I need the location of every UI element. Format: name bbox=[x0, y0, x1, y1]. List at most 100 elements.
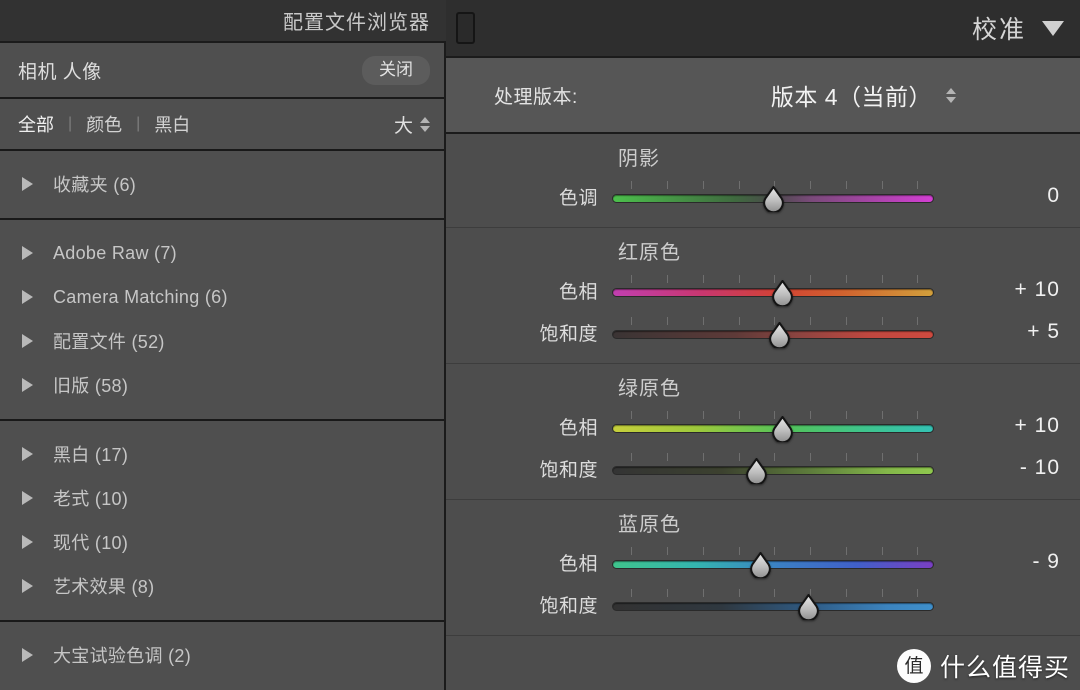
triangle-right-icon bbox=[22, 378, 33, 392]
tick-mark bbox=[845, 317, 847, 325]
tick-mark bbox=[738, 317, 740, 325]
tick-mark bbox=[702, 317, 704, 325]
slider-label: 色相 bbox=[558, 553, 598, 575]
slider-label: 色相 bbox=[558, 281, 598, 303]
tick-mark bbox=[631, 453, 633, 461]
slider-track-area[interactable] bbox=[612, 273, 934, 307]
thumbnail-size-stepper[interactable] bbox=[420, 116, 430, 132]
slider-value[interactable]: - 10 bbox=[934, 456, 1080, 480]
slider-row[interactable]: 饱和度 + 5 bbox=[446, 311, 1080, 353]
list-item[interactable]: Camera Matching (6) bbox=[0, 275, 444, 319]
process-version-row[interactable]: 处理版本: 版本 4（当前） bbox=[446, 56, 1080, 134]
calibration-section: 绿原色 色相 + 10 饱和度 - 10 bbox=[446, 364, 1080, 500]
tick-mark bbox=[631, 317, 633, 325]
tick-mark bbox=[738, 589, 740, 597]
slider-thumb[interactable] bbox=[770, 416, 795, 442]
calibration-header: 校准 bbox=[446, 0, 1080, 56]
profile-group-creative: 黑白 (17) 老式 (10) 现代 (10) 艺术效果 (8) bbox=[0, 421, 444, 622]
section-title: 蓝原色 bbox=[618, 514, 681, 536]
tick-mark bbox=[810, 411, 812, 419]
slider-label: 饱和度 bbox=[539, 323, 598, 345]
chevron-down-icon bbox=[946, 96, 956, 103]
slider-thumb[interactable] bbox=[748, 552, 773, 578]
slider-thumb[interactable] bbox=[767, 322, 792, 348]
slider-track[interactable] bbox=[612, 466, 934, 475]
slider-row[interactable]: 饱和度 - 10 bbox=[446, 447, 1080, 489]
slider-row[interactable]: 色相 - 9 bbox=[446, 541, 1080, 583]
slider-track-area[interactable] bbox=[612, 315, 934, 349]
slider-thumb[interactable] bbox=[744, 458, 769, 484]
slider-track[interactable] bbox=[612, 602, 934, 611]
slider-track[interactable] bbox=[612, 560, 934, 569]
triangle-down-icon[interactable] bbox=[1042, 20, 1064, 36]
process-version-value: 版本 4（当前） bbox=[770, 84, 932, 110]
calibration-section: 蓝原色 色相 - 9 饱和度 bbox=[446, 500, 1080, 636]
calibration-panel: 校准 处理版本: 版本 4（当前） 阴影 色调 0 红原色 色相 + 10 饱和度 + 5 绿原… bbox=[446, 0, 1080, 690]
list-item-label: 艺术效果 (8) bbox=[53, 577, 155, 597]
slider-thumb[interactable] bbox=[796, 594, 821, 620]
list-item[interactable]: 旧版 (58) bbox=[0, 363, 444, 407]
tab-blackwhite[interactable]: 黑白 bbox=[152, 111, 192, 137]
tick-mark bbox=[774, 453, 776, 461]
tick-mark bbox=[667, 547, 669, 555]
section-title: 红原色 bbox=[618, 242, 681, 264]
slider-track-area[interactable] bbox=[612, 179, 934, 213]
slider-ticks bbox=[612, 547, 934, 555]
list-item[interactable]: 大宝试验色调 (2) bbox=[0, 633, 444, 677]
slider-row[interactable]: 色相 + 10 bbox=[446, 269, 1080, 311]
list-item[interactable]: 配置文件 (52) bbox=[0, 319, 444, 363]
triangle-right-icon bbox=[22, 579, 33, 593]
slider-track-area[interactable] bbox=[612, 409, 934, 443]
section-title: 阴影 bbox=[618, 148, 660, 170]
slider-value[interactable]: 0 bbox=[934, 184, 1080, 208]
slider-thumb[interactable] bbox=[761, 186, 786, 212]
slider-row[interactable]: 饱和度 bbox=[446, 583, 1080, 625]
process-version-stepper[interactable] bbox=[946, 87, 956, 103]
tick-mark bbox=[917, 547, 919, 555]
tick-mark bbox=[631, 411, 633, 419]
slider-value[interactable]: + 10 bbox=[934, 414, 1080, 438]
slider-label: 饱和度 bbox=[539, 459, 598, 481]
tick-mark bbox=[667, 411, 669, 419]
slider-value[interactable]: - 9 bbox=[934, 550, 1080, 574]
panel-toggle-switch-icon[interactable] bbox=[456, 12, 475, 44]
tick-mark bbox=[917, 181, 919, 189]
slider-value[interactable]: + 5 bbox=[934, 320, 1080, 344]
tick-mark bbox=[917, 453, 919, 461]
slider-track-area[interactable] bbox=[612, 545, 934, 579]
tick-mark bbox=[917, 275, 919, 283]
list-item-label: 大宝试验色调 (2) bbox=[53, 646, 191, 666]
triangle-right-icon bbox=[22, 334, 33, 348]
triangle-right-icon bbox=[22, 648, 33, 662]
list-item[interactable]: 收藏夹 (6) bbox=[0, 162, 444, 206]
tab-color[interactable]: 颜色 bbox=[84, 111, 124, 137]
list-item[interactable]: 艺术效果 (8) bbox=[0, 564, 444, 608]
list-item[interactable]: Adobe Raw (7) bbox=[0, 231, 444, 275]
list-item[interactable]: 老式 (10) bbox=[0, 476, 444, 520]
tick-mark bbox=[738, 547, 740, 555]
profile-browser-titlebar: 配置文件浏览器 bbox=[0, 0, 446, 41]
slider-track-area[interactable] bbox=[612, 451, 934, 485]
lightroom-develop-screen: 配置文件浏览器 相机 人像 关闭 全部 | 颜色 | 黑白 大 收藏夹 (6) … bbox=[0, 0, 1080, 690]
slider-track-area[interactable] bbox=[612, 587, 934, 621]
list-item[interactable]: 黑白 (17) bbox=[0, 432, 444, 476]
profile-browser-title: 配置文件浏览器 bbox=[283, 12, 430, 34]
tick-mark bbox=[845, 275, 847, 283]
slider-value[interactable]: + 10 bbox=[934, 278, 1080, 302]
close-button[interactable]: 关闭 bbox=[362, 55, 430, 85]
slider-row[interactable]: 色调 0 bbox=[446, 175, 1080, 217]
triangle-right-icon bbox=[22, 491, 33, 505]
slider-row[interactable]: 色相 + 10 bbox=[446, 405, 1080, 447]
tick-mark bbox=[631, 589, 633, 597]
profile-browser-panel: 配置文件浏览器 相机 人像 关闭 全部 | 颜色 | 黑白 大 收藏夹 (6) … bbox=[0, 0, 446, 690]
profile-group-core: Adobe Raw (7) Camera Matching (6) 配置文件 (… bbox=[0, 220, 444, 421]
tick-mark bbox=[774, 589, 776, 597]
slider-thumb[interactable] bbox=[770, 280, 795, 306]
list-item[interactable]: 现代 (10) bbox=[0, 520, 444, 564]
profile-browser-body: 相机 人像 关闭 全部 | 颜色 | 黑白 大 收藏夹 (6) Adobe Ra… bbox=[0, 41, 446, 690]
tick-mark bbox=[631, 547, 633, 555]
triangle-right-icon bbox=[22, 447, 33, 461]
tick-mark bbox=[702, 275, 704, 283]
tab-all[interactable]: 全部 bbox=[16, 111, 56, 137]
triangle-right-icon bbox=[22, 290, 33, 304]
